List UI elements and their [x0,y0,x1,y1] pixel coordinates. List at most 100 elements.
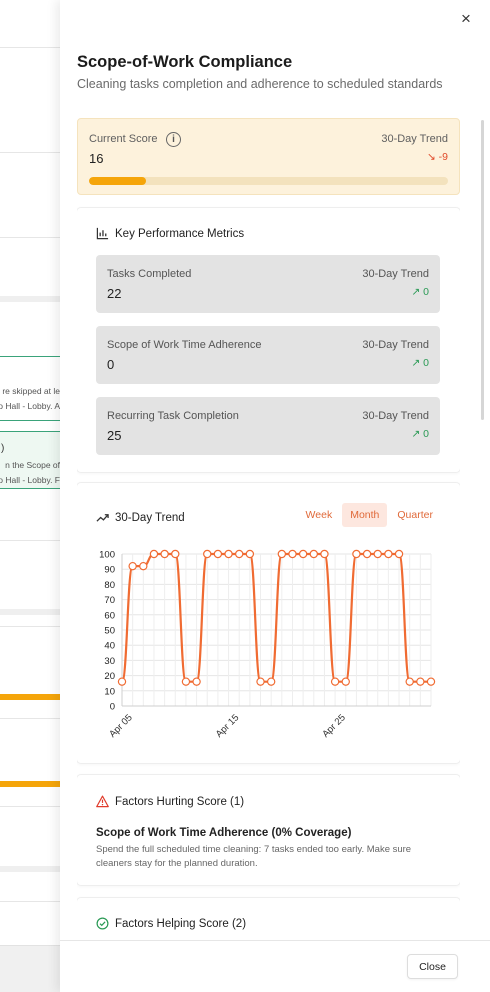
metric-trend-value: ↗ 0 [411,357,429,369]
y-tick-label: 80 [104,580,115,591]
data-point [405,677,414,686]
bg-divider [0,626,60,627]
bg-list-card[interactable]: re skipped at le o Hall - Lobby. A [0,356,60,421]
data-point [181,677,191,686]
bg-band [0,296,60,302]
bg-text: ) [1,443,5,454]
metric-value: 22 [107,286,122,301]
data-point [203,549,212,559]
data-point [245,549,255,559]
factors-helping-title: Factors Helping Score (2) [115,917,247,930]
y-tick-label: 50 [104,626,115,637]
background-page: re skipped at le o Hall - Lobby. A ) n t… [0,0,60,992]
data-point [235,549,244,559]
factors-hurting-header: Factors Hurting Score (1) [96,795,244,808]
trend-card: 30-Day Trend Week Month Quarter 0 10 20 30 4… [77,483,460,763]
data-point [416,677,425,686]
data-point [171,549,180,559]
data-point [373,549,382,559]
bg-divider [0,47,60,48]
bg-text: n the Scope of [5,460,60,470]
data-point [149,549,159,559]
data-point [117,677,127,686]
score-trend-value: ↘ -9 [426,151,448,163]
score-progress-track [89,177,448,185]
factors-hurting-card: Factors Hurting Score (1) Scope of Work … [77,775,460,885]
metric-time-adherence: Scope of Work Time Adherence 0 30-Day Tr… [96,326,440,384]
data-point [362,549,372,559]
data-point [426,677,436,686]
bg-band [0,609,60,615]
y-tick-label: 30 [104,656,115,667]
y-tick-label: 60 [104,610,115,621]
y-tick-label: 0 [110,702,115,713]
bg-divider [0,237,60,238]
drawer-title: Scope-of-Work Compliance [77,53,293,71]
bg-band [0,866,60,872]
metric-trend-label: 30-Day Trend [362,410,429,422]
data-point [256,677,265,686]
y-tick-label: 10 [104,686,115,697]
drawer-content[interactable]: Current Score i 16 30-Day Trend ↘ -9 Key… [77,118,460,940]
factors-helping-card: Factors Helping Score (2) [77,898,460,940]
data-point [224,549,233,559]
bg-text: o Hall - Lobby. A [0,401,60,411]
bg-divider [0,718,60,719]
metric-label: Scope of Work Time Adherence [107,339,262,351]
x-tick-label: Apr 25 [320,712,348,740]
bar-chart-icon [96,227,109,240]
data-point [266,677,276,686]
key-metrics-card: Key Performance Metrics Tasks Completed … [77,208,460,472]
bg-progress-bar [0,694,60,700]
bg-text: o Hall - Lobby. F [0,475,60,485]
current-score-value: 16 [89,151,104,166]
y-tick-label: 70 [104,595,115,606]
bg-divider [0,806,60,807]
metric-trend-label: 30-Day Trend [362,339,429,351]
data-point [160,549,169,559]
metric-value: 25 [107,428,122,443]
data-point [139,561,148,571]
y-tick-label: 90 [104,565,115,576]
y-tick-label: 20 [104,671,115,682]
series-line [120,552,431,683]
bg-footer [0,945,60,992]
metric-value: 0 [107,357,115,372]
factors-helping-header: Factors Helping Score (2) [96,917,246,930]
warning-icon [96,795,109,808]
data-point [330,677,340,686]
data-point [394,549,404,559]
check-circle-icon [96,917,109,930]
bg-divider [0,540,60,541]
close-button[interactable]: Close [407,954,458,979]
score-trend-label: 30-Day Trend [381,133,448,145]
info-icon[interactable]: i [166,132,181,147]
data-point [298,549,308,559]
data-point [128,561,137,571]
metric-trend-label: 30-Day Trend [362,268,429,280]
metric-trend-value: ↗ 0 [411,286,429,298]
scrollbar[interactable] [481,120,484,420]
bg-divider [0,152,60,153]
y-tick-label: 100 [99,550,115,561]
metric-recurring-task: Recurring Task Completion 25 30-Day Tren… [96,397,440,455]
factors-hurting-title: Factors Hurting Score (1) [115,795,245,808]
x-tick-label: Apr 15 [214,712,242,740]
current-score-card: Current Score i 16 30-Day Trend ↘ -9 [77,118,460,195]
metric-tasks-completed: Tasks Completed 22 30-Day Trend ↗ 0 [96,255,440,313]
bg-progress-bar [0,781,60,787]
key-metrics-header: Key Performance Metrics [96,227,244,240]
score-progress-fill [89,177,147,185]
y-tick-label: 40 [104,641,115,652]
data-point [213,549,223,559]
data-point [288,549,297,559]
bg-list-card[interactable]: ) n the Scope of o Hall - Lobby. F [0,431,60,489]
factor-description: Spend the full scheduled time cleaning: … [96,844,412,869]
current-score-label: Current Score [89,133,158,145]
drawer-subtitle: Cleaning tasks completion and adherence … [77,77,443,91]
close-icon[interactable]: × [455,8,477,30]
factor-title: Scope of Work Time Adherence (0% Coverag… [96,827,352,839]
metric-label: Recurring Task Completion [107,410,239,422]
data-point [352,549,361,559]
bg-divider [0,901,60,902]
